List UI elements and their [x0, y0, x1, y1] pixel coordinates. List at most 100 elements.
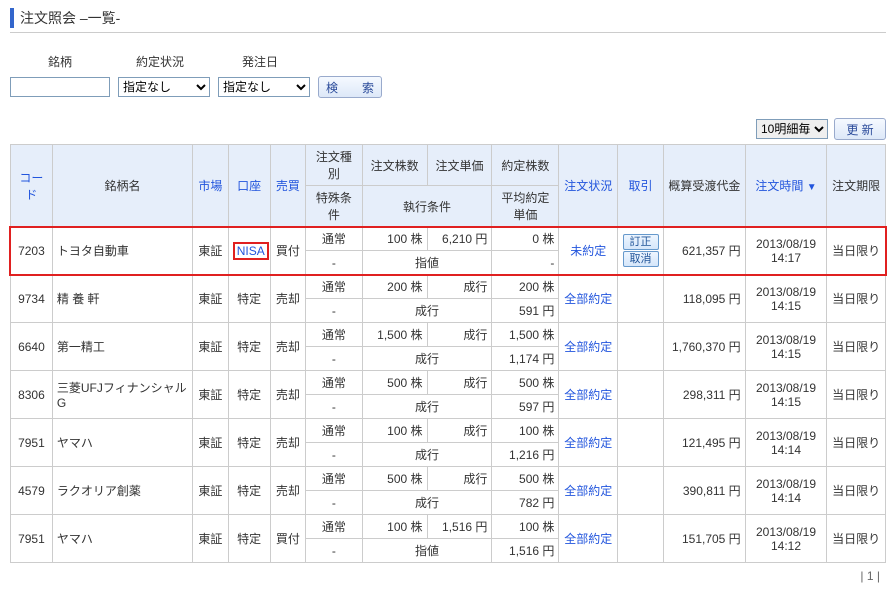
cell-status: 全部約定: [559, 419, 618, 467]
col-special-cond: 特殊条件: [306, 186, 363, 227]
pager: | 1 |: [10, 563, 886, 583]
cell-expiry: 当日限り: [827, 227, 886, 275]
cell-cond: -: [306, 443, 363, 467]
cell-filled: 1,500 株: [492, 323, 559, 347]
cell-side: 売却: [270, 275, 306, 323]
cell-market: 東証: [193, 227, 229, 275]
cell-expiry: 当日限り: [827, 323, 886, 371]
cell-market: 東証: [193, 419, 229, 467]
col-action[interactable]: 取引: [618, 145, 664, 227]
filter-label-stock: 銘柄: [10, 53, 110, 70]
cell-cond: -: [306, 347, 363, 371]
search-button[interactable]: 検 索: [318, 76, 382, 98]
col-order-time[interactable]: 注文時間 ▼: [745, 145, 827, 227]
col-code[interactable]: コード: [11, 145, 53, 227]
cell-time: 2013/08/1914:15: [745, 275, 827, 323]
table-row: 7203トヨタ自動車東証NISA買付通常100 株6,210 円0 株未約定訂正…: [11, 227, 886, 251]
table-header: コード 銘柄名 市場 口座 売買 注文種別 注文株数 注文単価 約定株数 注文状…: [11, 145, 886, 227]
cell-cond: -: [306, 395, 363, 419]
col-qty: 注文株数: [362, 145, 427, 186]
col-market[interactable]: 市場: [193, 145, 229, 227]
cell-account: 特定: [228, 515, 270, 563]
col-price: 注文単価: [427, 145, 492, 186]
cell-code: 7951: [11, 515, 53, 563]
col-filled-qty: 約定株数: [492, 145, 559, 186]
nisa-badge: NISA: [233, 242, 269, 260]
cell-name: 三菱UFJフィナンシャルG: [52, 371, 192, 419]
col-exec-cond: 執行条件: [362, 186, 492, 227]
cell-filled: 200 株: [492, 275, 559, 299]
col-expiry: 注文期限: [827, 145, 886, 227]
cell-amount: 118,095 円: [664, 275, 746, 323]
cell-side: 売却: [270, 371, 306, 419]
cell-exec: 成行: [362, 299, 492, 323]
cell-expiry: 当日限り: [827, 371, 886, 419]
cell-account: 特定: [228, 467, 270, 515]
cell-time: 2013/08/1914:15: [745, 323, 827, 371]
cell-code: 7203: [11, 227, 53, 275]
cell-market: 東証: [193, 371, 229, 419]
cell-price: 成行: [427, 467, 492, 491]
cell-status: 全部約定: [559, 323, 618, 371]
sort-desc-icon: ▼: [807, 182, 817, 193]
cell-exec: 成行: [362, 347, 492, 371]
date-select[interactable]: 指定なし: [218, 77, 310, 97]
cell-account: 特定: [228, 419, 270, 467]
edit-button[interactable]: 訂正: [623, 234, 659, 250]
cell-market: 東証: [193, 275, 229, 323]
cell-actions: [618, 515, 664, 563]
cell-side: 買付: [270, 515, 306, 563]
cell-actions: [618, 323, 664, 371]
cell-amount: 390,811 円: [664, 467, 746, 515]
cell-code: 9734: [11, 275, 53, 323]
table-row: 7951ヤマハ東証特定売却通常100 株成行100 株全部約定121,495 円…: [11, 419, 886, 443]
cell-filled: 100 株: [492, 515, 559, 539]
col-order-type: 注文種別: [306, 145, 363, 186]
cell-avg: 1,216 円: [492, 443, 559, 467]
cell-qty: 100 株: [362, 419, 427, 443]
cell-type: 通常: [306, 515, 363, 539]
cell-account: NISA: [228, 227, 270, 275]
cell-time: 2013/08/1914:15: [745, 371, 827, 419]
cell-avg: 591 円: [492, 299, 559, 323]
stock-code-input[interactable]: [10, 77, 110, 97]
cell-status: 全部約定: [559, 515, 618, 563]
top-controls: 10明細毎 更 新: [10, 118, 886, 140]
col-amount: 概算受渡代金: [664, 145, 746, 227]
update-button[interactable]: 更 新: [834, 118, 886, 140]
cell-filled: 500 株: [492, 467, 559, 491]
status-select[interactable]: 指定なし: [118, 77, 210, 97]
cell-price: 成行: [427, 371, 492, 395]
cell-price: 1,516 円: [427, 515, 492, 539]
cell-avg: -: [492, 251, 559, 275]
cell-actions: [618, 419, 664, 467]
cell-type: 通常: [306, 323, 363, 347]
cell-code: 7951: [11, 419, 53, 467]
filter-label-date: 発注日: [210, 53, 310, 70]
cell-side: 売却: [270, 467, 306, 515]
cell-name: 精 養 軒: [52, 275, 192, 323]
col-name: 銘柄名: [52, 145, 192, 227]
rows-per-page-select[interactable]: 10明細毎: [756, 119, 828, 139]
cell-type: 通常: [306, 467, 363, 491]
cell-actions: 訂正取消: [618, 227, 664, 275]
cell-time: 2013/08/1914:12: [745, 515, 827, 563]
cell-type: 通常: [306, 275, 363, 299]
cell-status: 全部約定: [559, 371, 618, 419]
cell-side: 買付: [270, 227, 306, 275]
cell-exec: 指値: [362, 539, 492, 563]
cancel-button[interactable]: 取消: [623, 251, 659, 267]
cell-avg: 597 円: [492, 395, 559, 419]
col-account[interactable]: 口座: [228, 145, 270, 227]
cell-side: 売却: [270, 419, 306, 467]
cell-actions: [618, 371, 664, 419]
col-status[interactable]: 注文状況: [559, 145, 618, 227]
cell-cond: -: [306, 299, 363, 323]
cell-actions: [618, 275, 664, 323]
order-table: コード 銘柄名 市場 口座 売買 注文種別 注文株数 注文単価 約定株数 注文状…: [10, 144, 886, 563]
table-row: 7951ヤマハ東証特定買付通常100 株1,516 円100 株全部約定151,…: [11, 515, 886, 539]
cell-amount: 121,495 円: [664, 419, 746, 467]
filter-controls: 指定なし 指定なし 検 索: [10, 76, 886, 98]
col-side[interactable]: 売買: [270, 145, 306, 227]
cell-name: ラクオリア創薬: [52, 467, 192, 515]
